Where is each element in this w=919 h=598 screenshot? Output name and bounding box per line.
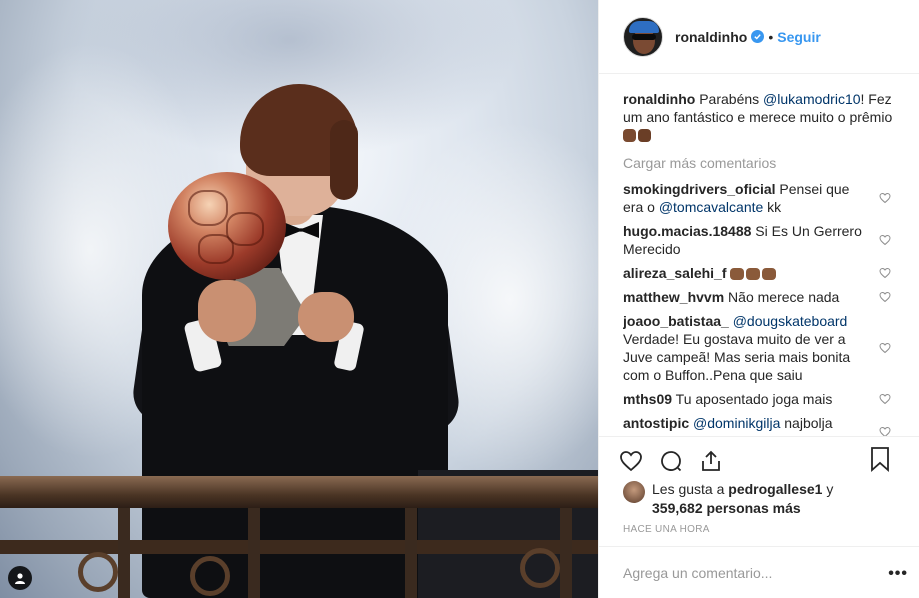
comment-item: hugo.macias.18488 Si Es Un Gerrero Merec…	[623, 222, 903, 258]
liker-avatar[interactable]	[623, 481, 645, 503]
header-username[interactable]: ronaldinho	[675, 29, 747, 45]
comment-item: mths09 Tu aposentado joga mais	[623, 390, 903, 408]
balcony-curl	[520, 548, 560, 588]
comment-mention[interactable]: @dominikgilja	[693, 415, 780, 431]
likes-summary: Les gusta a pedrogallese1 y 359,682 pers…	[623, 480, 913, 518]
balcony-curl	[78, 552, 118, 592]
comment-item: joaoo_batistaa_ @dougskateboard Verdade!…	[623, 312, 903, 384]
avatar-cap	[629, 20, 659, 33]
comment-mention[interactable]: @tomcavalcante	[659, 199, 763, 215]
likes-mid: y	[822, 481, 834, 497]
comment-username[interactable]: joaoo_batistaa_	[623, 313, 729, 329]
post-header: ronaldinho • Seguir	[599, 0, 919, 74]
likes-prefix: Les gusta a	[652, 481, 729, 497]
photo-hand-right	[298, 292, 354, 342]
comment-username[interactable]: smokingdrivers_oficial	[623, 181, 776, 197]
ball-seam	[198, 234, 234, 264]
comment-item: matthew_hvvm Não merece nada	[623, 288, 903, 306]
like-comment-heart-icon[interactable]	[879, 264, 891, 282]
thumbs-down-icon	[762, 268, 777, 280]
comments-list[interactable]: ronaldinho Parabéns @lukamodric10! Fez u…	[623, 90, 903, 436]
comment-item: alireza_salehi_f	[623, 264, 903, 282]
likes-text: Les gusta a pedrogallese1 y 359,682 pers…	[652, 480, 833, 518]
balcony-curl	[190, 556, 230, 596]
comment-username[interactable]: antostipic	[623, 415, 689, 431]
post-actions	[599, 436, 919, 484]
likes-user[interactable]: pedrogallese1	[728, 481, 822, 497]
like-comment-heart-icon[interactable]	[879, 288, 891, 306]
balcony-post	[118, 508, 130, 598]
comment-username[interactable]: alireza_salehi_f	[623, 265, 727, 281]
balcony-band	[0, 540, 598, 554]
caption-text: Parabéns	[699, 91, 764, 107]
caption-mention[interactable]: @lukamodric10	[763, 91, 860, 107]
photo-hair-side	[330, 120, 358, 200]
avatar[interactable]	[623, 16, 663, 57]
more-options-icon[interactable]: •••	[888, 565, 908, 583]
comment-text: Verdade! Eu gostava muito de ver a Juve …	[623, 331, 851, 383]
like-heart-icon[interactable]	[619, 449, 643, 473]
balcony-rail	[0, 476, 598, 508]
comment-item: smokingdrivers_oficial Pensei que era o …	[623, 180, 903, 216]
trophy-ball	[168, 172, 286, 280]
clapping-hands-icon	[623, 129, 636, 142]
post-timestamp[interactable]: Hace una hora	[623, 524, 710, 535]
clapping-hands-icon	[638, 129, 651, 142]
follow-button[interactable]: Seguir	[777, 29, 821, 45]
post-side-panel: ronaldinho • Seguir ronaldinho Parabéns …	[598, 0, 919, 598]
add-comment-input[interactable]	[623, 564, 873, 581]
like-comment-heart-icon[interactable]	[879, 414, 891, 436]
comment-bubble-icon[interactable]	[659, 449, 683, 473]
share-icon[interactable]	[699, 449, 723, 473]
comment-mention[interactable]: @dougskateboard	[733, 313, 848, 329]
caption-username[interactable]: ronaldinho	[623, 91, 695, 107]
add-comment-bar: •••	[599, 546, 919, 598]
comment-text: Não merece nada	[728, 289, 840, 305]
load-more-comments[interactable]: Cargar más comentarios	[623, 154, 903, 172]
like-comment-heart-icon[interactable]	[879, 390, 891, 408]
post-photo[interactable]	[0, 0, 598, 598]
header-separator: •	[768, 28, 774, 45]
comment-item: antostipic @dominikgilja najbolja čestit…	[623, 414, 903, 436]
caption: ronaldinho Parabéns @lukamodric10! Fez u…	[623, 90, 903, 144]
comment-username[interactable]: hugo.macias.18488	[623, 223, 751, 239]
balcony-post	[405, 508, 417, 598]
like-comment-heart-icon[interactable]	[879, 312, 891, 384]
bookmark-icon[interactable]	[868, 447, 892, 472]
like-comment-heart-icon[interactable]	[879, 180, 891, 216]
like-comment-heart-icon[interactable]	[879, 222, 891, 258]
thumbs-down-icon	[730, 268, 745, 280]
balcony-post	[560, 508, 572, 598]
user-tag-icon[interactable]	[8, 566, 32, 590]
ball-seam	[188, 190, 228, 226]
likes-count[interactable]: 359,682 personas más	[652, 500, 801, 516]
thumbs-down-icon	[746, 268, 761, 280]
instagram-post: ronaldinho • Seguir ronaldinho Parabéns …	[0, 0, 919, 598]
comment-username[interactable]: matthew_hvvm	[623, 289, 724, 305]
comment-text: Tu aposentado joga mais	[675, 391, 833, 407]
balcony-post	[248, 508, 260, 598]
comment-username[interactable]: mths09	[623, 391, 672, 407]
avatar-glasses	[632, 33, 656, 40]
comment-text: kk	[763, 199, 782, 215]
photo-hand-left	[198, 280, 256, 342]
verified-badge-icon	[751, 30, 765, 43]
